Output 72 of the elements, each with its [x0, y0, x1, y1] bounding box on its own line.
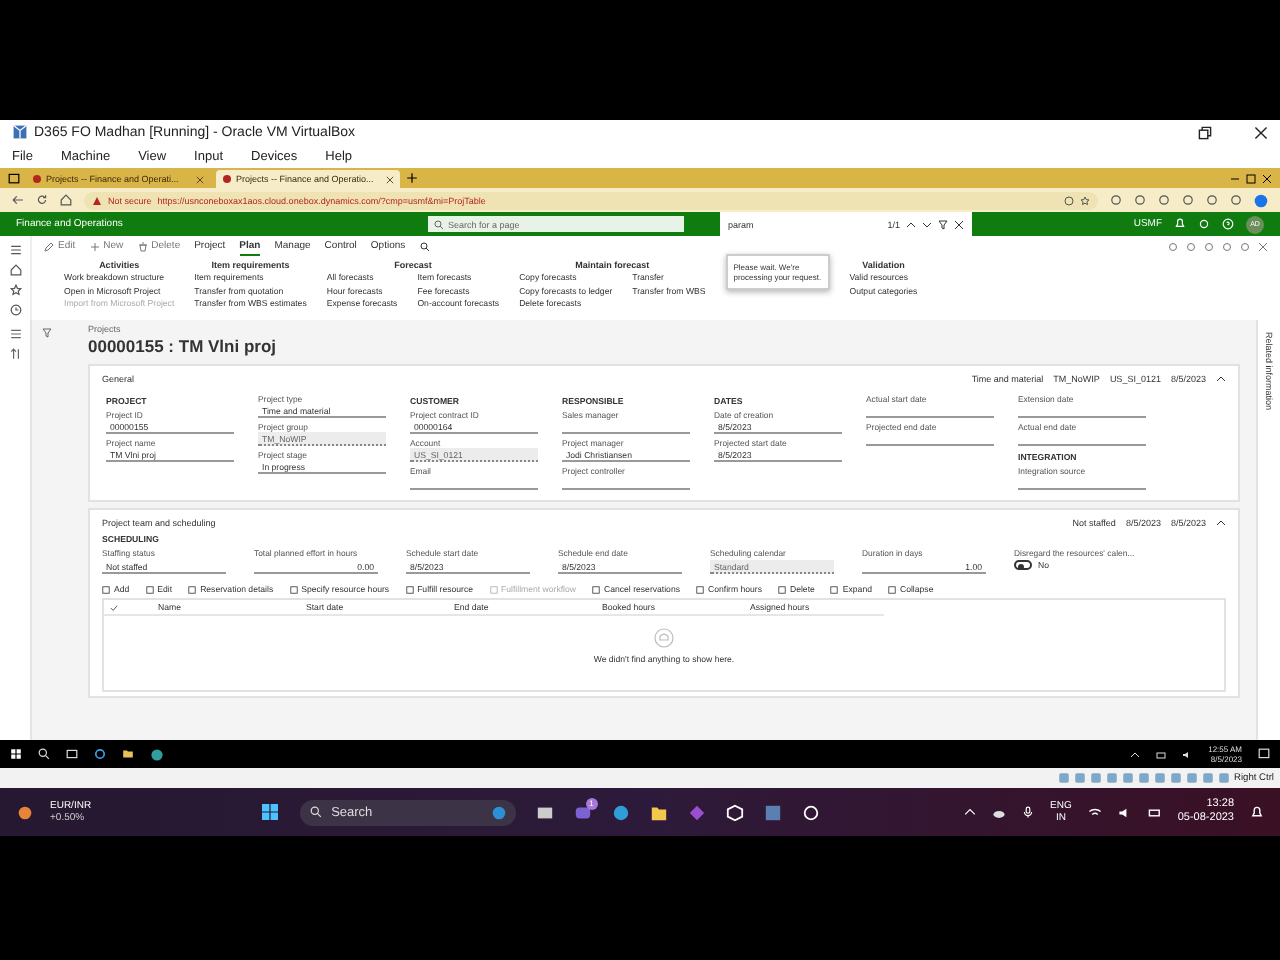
speaker-icon[interactable] — [1182, 749, 1193, 759]
toolbar-icon — [887, 585, 896, 593]
ie-icon[interactable] — [94, 748, 106, 760]
toolbar-icon — [696, 585, 704, 593]
windows-logo-icon[interactable] — [259, 802, 280, 822]
toolbar-icon — [145, 585, 154, 593]
toolbar-icon — [489, 585, 498, 593]
toolbar-icon — [830, 585, 839, 593]
check-icon[interactable] — [110, 603, 118, 611]
restore-icon[interactable] — [1198, 125, 1212, 139]
close-icon[interactable] — [386, 175, 394, 183]
clock-icon[interactable] — [9, 304, 21, 316]
cloud-icon[interactable] — [992, 805, 1007, 819]
collapse-icon[interactable] — [1216, 374, 1226, 384]
menu-icon[interactable] — [9, 244, 21, 256]
page-title: 00000155 : TM Vlni proj — [88, 336, 279, 356]
toolbar-icon — [405, 585, 414, 593]
search-icon — [434, 219, 444, 229]
diamond-icon[interactable] — [687, 803, 706, 821]
help-icon[interactable] — [1222, 218, 1234, 230]
bing-icon[interactable] — [1254, 193, 1268, 207]
speaker-icon[interactable] — [1117, 805, 1132, 819]
toolbar-icon — [289, 585, 298, 593]
maximize-icon[interactable] — [1246, 173, 1256, 183]
home-icon[interactable] — [9, 264, 21, 276]
plus-icon — [89, 241, 100, 251]
toggle-switch[interactable] — [1014, 560, 1032, 570]
list-icon[interactable] — [9, 328, 21, 340]
star-icon[interactable] — [1080, 195, 1090, 205]
microphone-icon[interactable] — [1022, 806, 1035, 818]
task-view-icon[interactable] — [66, 748, 78, 760]
windows-icon[interactable] — [10, 748, 22, 760]
chevron-up-icon[interactable] — [1130, 749, 1141, 759]
trash-icon — [137, 241, 148, 251]
star-icon[interactable] — [9, 284, 21, 296]
home-icon[interactable] — [60, 194, 72, 206]
wifi-icon[interactable] — [1087, 805, 1102, 819]
toolbar-icon — [592, 585, 601, 593]
bell-icon[interactable] — [1250, 805, 1264, 819]
filter-icon[interactable] — [938, 219, 948, 229]
weather-icon[interactable] — [16, 803, 34, 821]
sort-icon[interactable] — [9, 348, 21, 360]
folder-icon[interactable] — [649, 803, 668, 821]
edge-icon[interactable] — [150, 747, 164, 761]
battery-icon[interactable] — [1147, 805, 1162, 819]
filter-icon[interactable] — [41, 328, 51, 338]
minimize-icon[interactable] — [1230, 173, 1240, 183]
tab-actions-icon[interactable] — [8, 172, 20, 184]
search-icon — [309, 806, 322, 818]
toolbar-icon — [188, 585, 197, 593]
bing-icon — [491, 805, 506, 819]
warning-icon — [92, 195, 102, 205]
pencil-icon — [44, 241, 54, 251]
collapse-icon[interactable] — [1216, 518, 1226, 528]
toolbar-icon — [777, 585, 786, 593]
task-view-icon[interactable] — [535, 803, 554, 821]
page-icon — [222, 174, 232, 184]
toolbar-icon — [102, 585, 110, 593]
search-icon[interactable] — [419, 241, 430, 251]
back-icon[interactable] — [12, 194, 24, 206]
virtualbox-icon[interactable] — [763, 803, 782, 821]
folder-icon[interactable] — [122, 748, 134, 760]
chat-icon — [573, 803, 592, 821]
new-tab-icon[interactable] — [406, 172, 418, 184]
notification-icon[interactable] — [1258, 748, 1270, 760]
cube-icon[interactable] — [725, 803, 744, 821]
page-icon — [32, 174, 42, 184]
close-icon[interactable] — [1254, 125, 1268, 139]
empty-box-icon — [654, 628, 674, 648]
close-icon[interactable] — [954, 219, 964, 229]
edge-icon[interactable] — [611, 803, 630, 821]
close-icon[interactable] — [1262, 173, 1272, 183]
